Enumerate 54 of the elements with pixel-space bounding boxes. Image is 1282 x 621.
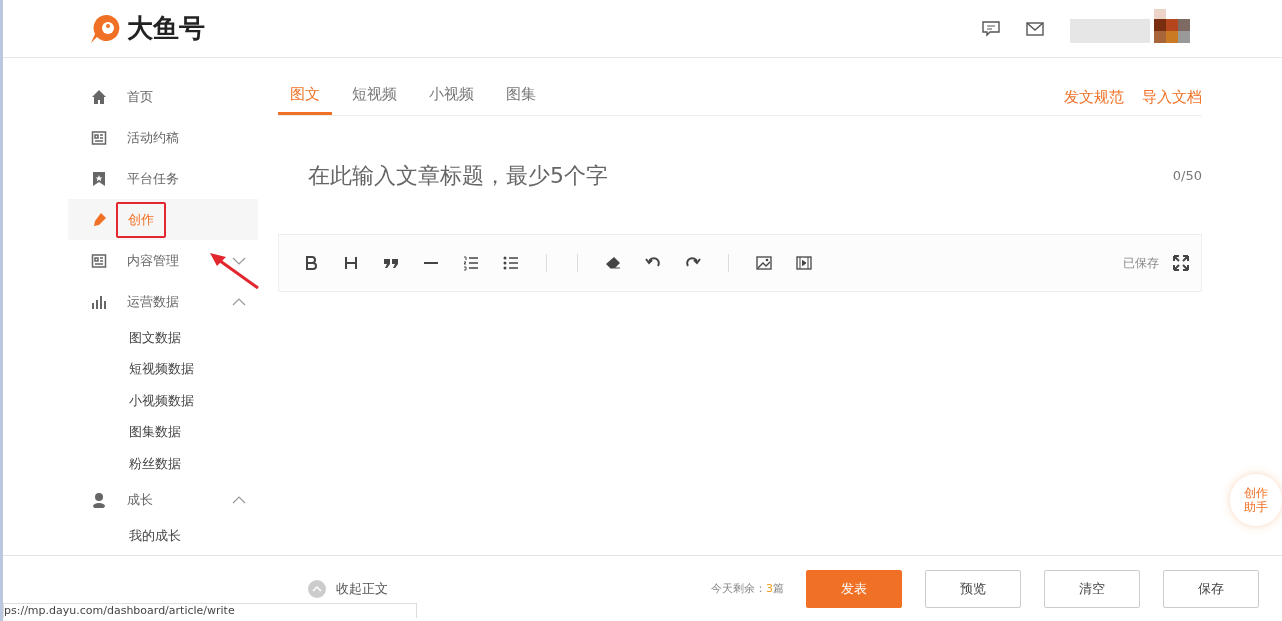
tab[interactable]: 小视频 [417,85,486,115]
sidebar-subitem[interactable]: 图文数据 [68,322,258,354]
bullet-list-icon [503,255,519,271]
chevron-up-icon[interactable] [232,496,246,504]
remaining-count: 今天剩余：3篇 [711,581,784,596]
tab[interactable]: 短视频 [340,85,409,115]
chevron-down-icon[interactable] [232,256,246,265]
sidebar-subitem[interactable]: 我的成长 [68,520,258,552]
sidebar-label: 活动约稿 [127,128,179,147]
eraser-icon [605,255,621,271]
collapse-button[interactable]: 收起正文 [308,579,388,598]
character-counter: 0/50 [1172,167,1202,183]
bold-icon [303,255,319,271]
tab[interactable]: 图集 [494,85,548,115]
sidebar-item[interactable]: 运营数据 [68,281,258,322]
user-icon [91,492,107,508]
pen-icon [91,211,107,228]
video-icon [796,255,812,271]
image-icon [756,255,772,271]
chevron-up-icon [308,579,326,598]
sidebar-subitem[interactable]: 小视频数据 [68,385,258,417]
bar-chart-icon [91,293,107,310]
sidebar-label: 内容管理 [127,251,179,270]
sidebar-label: 平台任务 [127,169,179,188]
sidebar-label: 成长 [127,491,153,509]
sidebar-item[interactable]: 成长 [68,479,258,521]
annotation-arrow [208,250,260,290]
sidebar-subitem[interactable]: 图集数据 [68,416,258,448]
sidebar-item[interactable]: 首页 [68,76,258,117]
document-icon [91,252,107,269]
sidebar-item[interactable]: 活动约稿 [68,117,258,158]
sidebar-label: 首页 [127,87,153,106]
heading-icon [343,255,359,271]
mail-icon[interactable] [1026,21,1044,36]
highlighted-label: 创作 [116,201,166,238]
save-status: 已保存 [1123,254,1159,272]
action-button[interactable]: 保存 [1163,569,1259,608]
sidebar-item[interactable]: 内容管理 [68,240,258,281]
sidebar-label: 运营数据 [127,292,179,311]
numbered-list-icon [463,255,479,271]
document-icon [91,129,107,146]
home-icon [91,88,107,105]
sidebar-subitem[interactable]: 短视频数据 [68,353,258,385]
fullscreen-icon[interactable] [1173,255,1189,271]
status-url: ps://mp.dayu.com/dashboard/article/write [3,603,417,618]
action-button[interactable]: 预览 [925,569,1021,608]
sidebar-subitem[interactable]: 粉丝数据 [68,448,258,480]
horizontal-rule-icon [424,262,438,264]
star-icon [91,170,107,187]
chevron-up-icon[interactable] [232,297,246,306]
comment-icon[interactable] [982,20,1000,37]
sidebar-item[interactable]: 平台任务 [68,158,258,199]
action-button[interactable]: 清空 [1044,569,1140,608]
logo-text: 大鱼号 [127,12,205,45]
